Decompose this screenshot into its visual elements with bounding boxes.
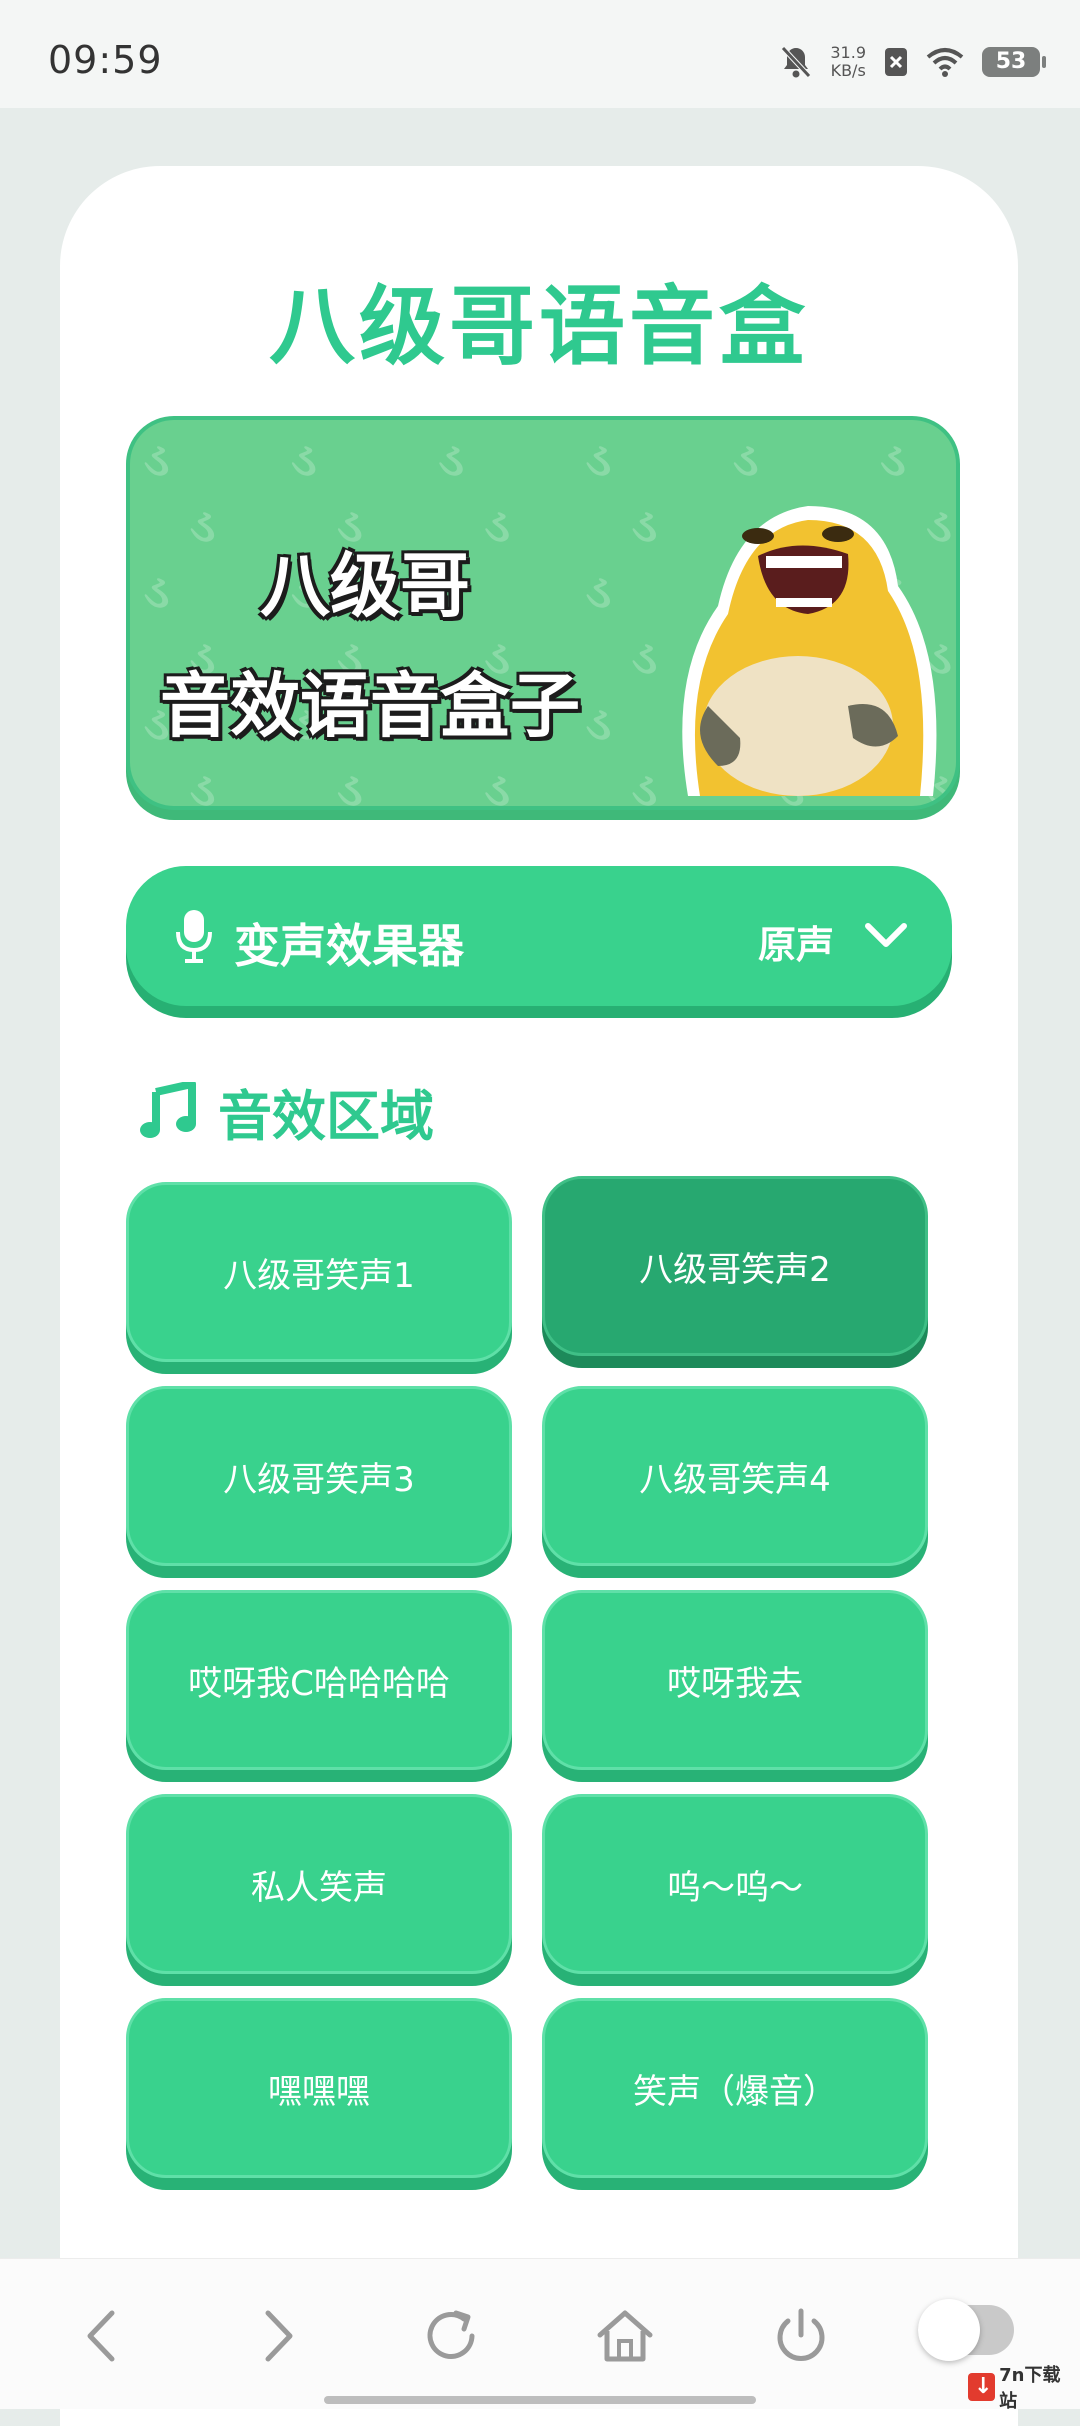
banner-title: 八级哥 xyxy=(260,545,470,627)
microphone-icon xyxy=(176,910,212,963)
chevron-down-icon xyxy=(865,923,907,947)
status-icons: 31.9 KB/s 53 xyxy=(780,38,1046,86)
sound-button[interactable]: 八级哥笑声4 xyxy=(542,1386,928,1566)
refresh-icon[interactable] xyxy=(416,2301,486,2371)
home-indicator xyxy=(324,2396,756,2404)
sound-button[interactable]: 八级哥笑声1 xyxy=(126,1182,512,1362)
sound-button[interactable]: 哎呀我去 xyxy=(542,1590,928,1770)
watermark-text: 7n下载站 xyxy=(999,2365,1061,2412)
back-arrow-icon[interactable] xyxy=(68,2301,138,2371)
banner: ડ ડ ડ ડ ડ ડ ડ ડ ડ ડ ડ ડ ડ ડ ડ ડ ડ ડ ડ ડ … xyxy=(126,416,960,810)
voice-changer-dropdown[interactable]: 变声效果器 原声 xyxy=(126,866,952,1006)
section-title: 音效区域 xyxy=(218,1084,434,1148)
toggle-knob xyxy=(918,2299,980,2361)
bottom-navigation-bar xyxy=(0,2258,1080,2409)
toggle-switch[interactable] xyxy=(918,2299,1014,2361)
voice-changer-value: 原声 xyxy=(757,923,834,967)
home-icon[interactable] xyxy=(590,2301,660,2371)
sound-button-active[interactable]: 八级哥笑声2 xyxy=(542,1176,928,1356)
app-title: 八级哥语音盒 xyxy=(269,277,809,377)
sound-button[interactable]: 笑声（爆音） xyxy=(542,1998,928,2178)
speed-unit: KB/s xyxy=(830,61,866,80)
music-note-icon xyxy=(140,1082,196,1138)
sim-off-icon xyxy=(885,48,907,76)
bell-off-icon xyxy=(781,46,812,78)
sound-button[interactable]: 哎呀我C哈哈哈哈 xyxy=(126,1590,512,1770)
banner-subtitle: 音效语音盒子 xyxy=(160,665,580,747)
sound-button[interactable]: 八级哥笑声3 xyxy=(126,1386,512,1566)
download-badge-icon xyxy=(968,2373,996,2401)
battery-indicator: 53 xyxy=(982,47,1046,77)
status-bar: 09:59 31.9 KB/s 53 xyxy=(0,0,1080,108)
section-header: 音效区域 xyxy=(140,1076,434,1148)
forward-arrow-icon[interactable] xyxy=(242,2301,312,2371)
sound-button[interactable]: 嘿嘿嘿 xyxy=(126,1998,512,2178)
main-card: 八级哥语音盒 ડ ડ ડ ડ ડ ડ ડ ડ ડ ડ ડ ડ ડ ડ ડ ડ ડ… xyxy=(60,166,1018,2426)
speed-value: 31.9 xyxy=(830,43,866,62)
network-speed: 31.9 KB/s xyxy=(830,44,866,80)
watermark: 7n下载站 xyxy=(968,2365,1076,2412)
mascot-illustration xyxy=(682,506,937,796)
voice-changer-label: 变声效果器 xyxy=(234,919,464,973)
status-time: 09:59 xyxy=(48,38,163,82)
wifi-icon xyxy=(926,48,964,77)
sound-button[interactable]: 呜～呜～ xyxy=(542,1794,928,1974)
power-icon[interactable] xyxy=(766,2301,836,2371)
sound-button[interactable]: 私人笑声 xyxy=(126,1794,512,1974)
